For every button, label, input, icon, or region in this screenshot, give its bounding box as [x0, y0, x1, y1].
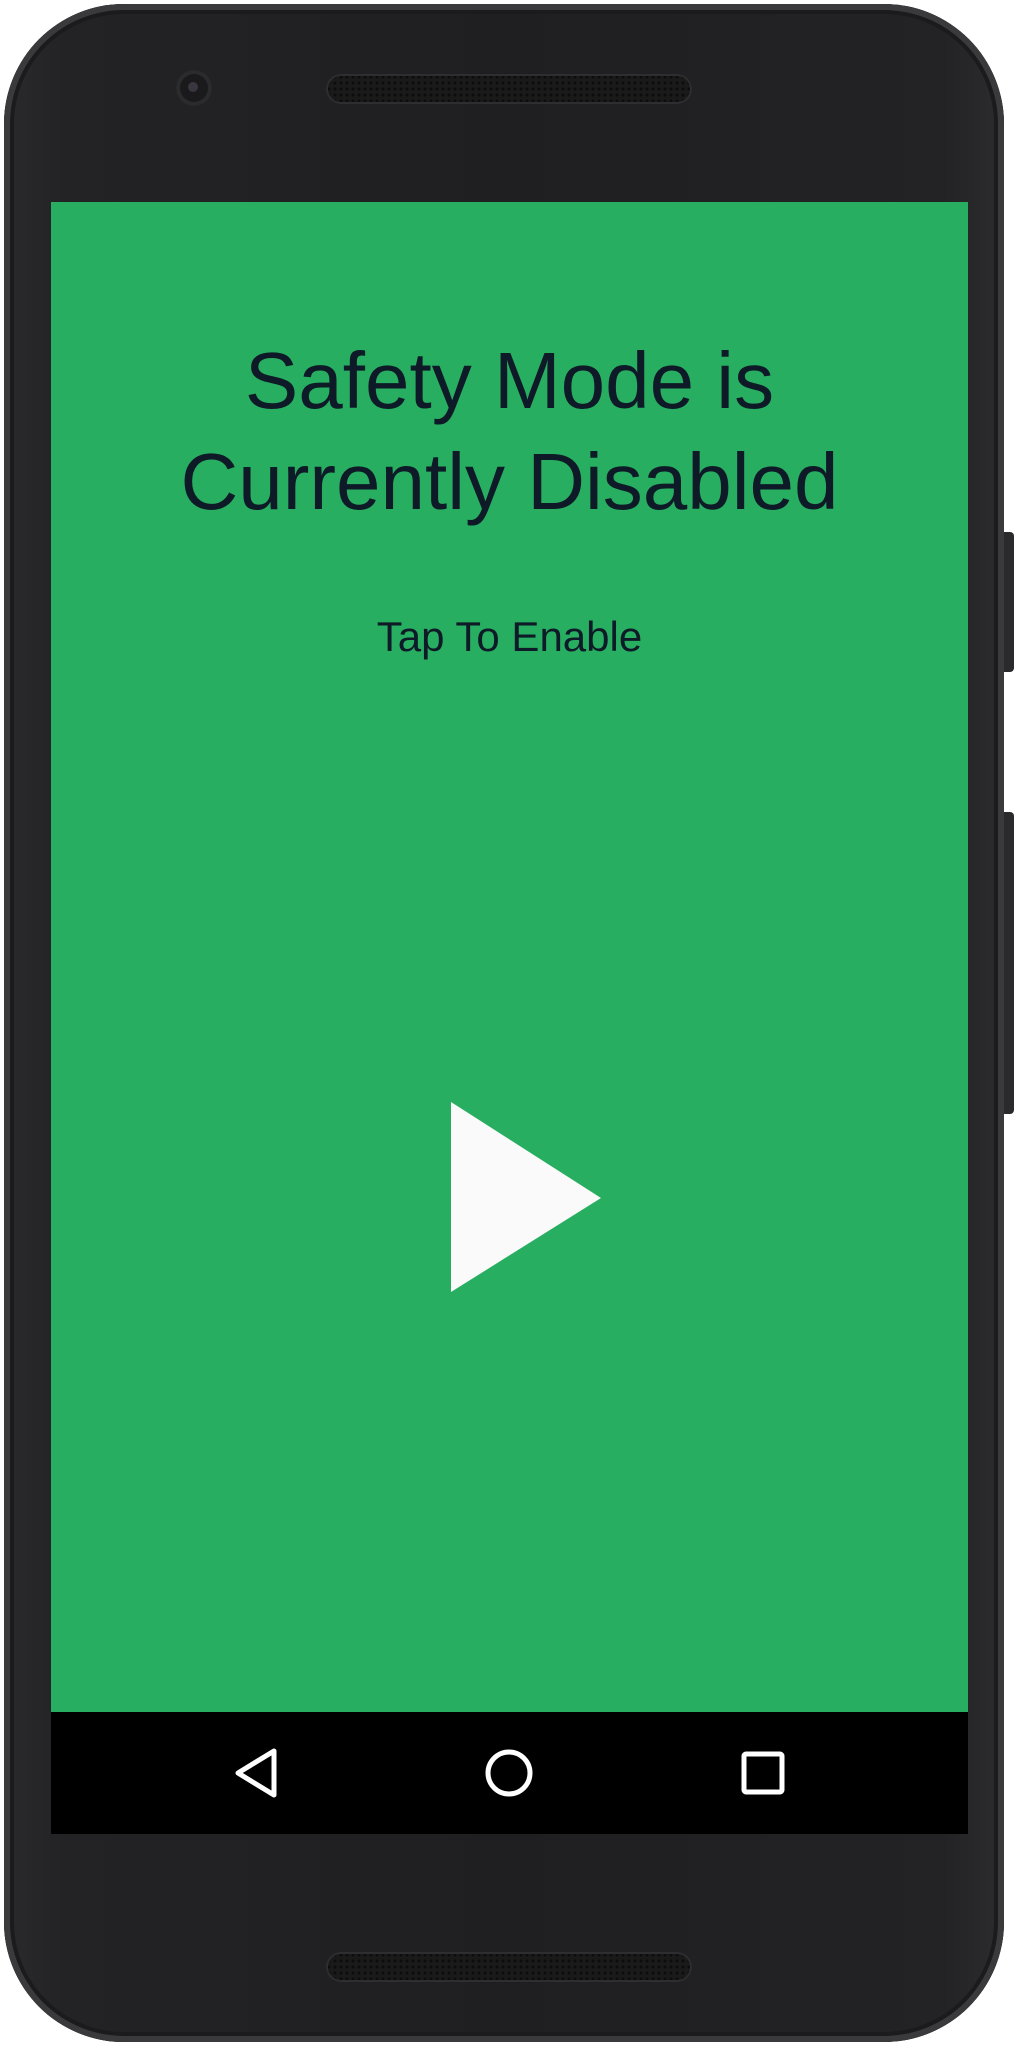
- bottom-speaker: [326, 1952, 692, 1982]
- system-navigation-bar: [51, 1712, 968, 1834]
- headline-line-2: Currently Disabled: [180, 437, 839, 526]
- tap-to-enable-label: Tap To Enable: [376, 613, 643, 660]
- headline-line-1: Safety Mode is: [244, 336, 775, 425]
- app-screen[interactable]: Safety Mode is Currently Disabled Tap To…: [51, 202, 968, 1712]
- enable-safety-mode-button[interactable]: [451, 1102, 611, 1302]
- earpiece-speaker: [326, 74, 692, 104]
- power-button[interactable]: [1004, 532, 1014, 672]
- nav-recents-button[interactable]: [733, 1743, 793, 1803]
- volume-rocker[interactable]: [1004, 812, 1014, 1114]
- home-icon: [485, 1749, 533, 1797]
- phone-frame: Safety Mode is Currently Disabled Tap To…: [4, 4, 1004, 2042]
- front-camera: [176, 70, 212, 106]
- nav-home-button[interactable]: [479, 1743, 539, 1803]
- page: Safety Mode is Currently Disabled Tap To…: [0, 0, 1018, 2048]
- safety-mode-status-title: Safety Mode is Currently Disabled: [51, 330, 968, 532]
- recents-icon: [741, 1751, 785, 1795]
- nav-back-button[interactable]: [228, 1743, 288, 1803]
- back-icon: [235, 1748, 277, 1798]
- play-icon: [451, 1102, 601, 1292]
